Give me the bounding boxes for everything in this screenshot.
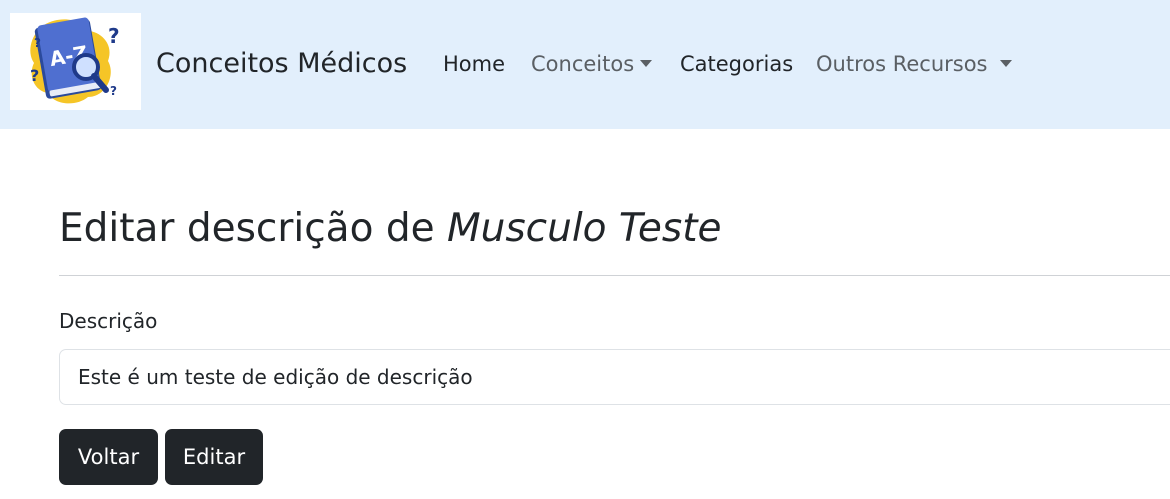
svg-text:?: ?	[34, 36, 41, 50]
svg-text:?: ?	[30, 66, 39, 85]
brand-name[interactable]: Conceitos Médicos	[156, 46, 407, 82]
divider	[59, 275, 1170, 276]
nav-categorias[interactable]: Categorias	[680, 49, 793, 79]
brand-logo[interactable]: A-Z ? ? ? ?	[10, 13, 141, 110]
nav-outros-recursos-dropdown[interactable]: Outros Recursos	[816, 49, 1012, 79]
nav-home[interactable]: Home	[443, 49, 505, 79]
edit-button[interactable]: Editar	[165, 429, 263, 485]
navbar: A-Z ? ? ? ? Conceitos Médicos Home Conce…	[0, 0, 1170, 129]
svg-text:?: ?	[110, 84, 117, 98]
description-label: Descrição	[59, 309, 158, 333]
nav-conceitos-label: Conceitos	[531, 52, 635, 76]
title-term: Musculo Teste	[446, 206, 722, 251]
svg-text:?: ?	[108, 24, 120, 48]
nav-conceitos-dropdown[interactable]: Conceitos	[531, 49, 653, 79]
caret-down-icon	[999, 59, 1012, 67]
caret-down-icon	[640, 59, 653, 67]
book-magnifier-icon: A-Z ? ? ? ?	[30, 17, 120, 104]
description-input[interactable]	[59, 349, 1170, 405]
title-prefix: Editar descrição de	[59, 206, 447, 251]
nav-outros-recursos-label: Outros Recursos	[816, 52, 988, 76]
back-button[interactable]: Voltar	[59, 429, 158, 485]
page-title: Editar descrição de Musculo Teste	[59, 202, 722, 256]
